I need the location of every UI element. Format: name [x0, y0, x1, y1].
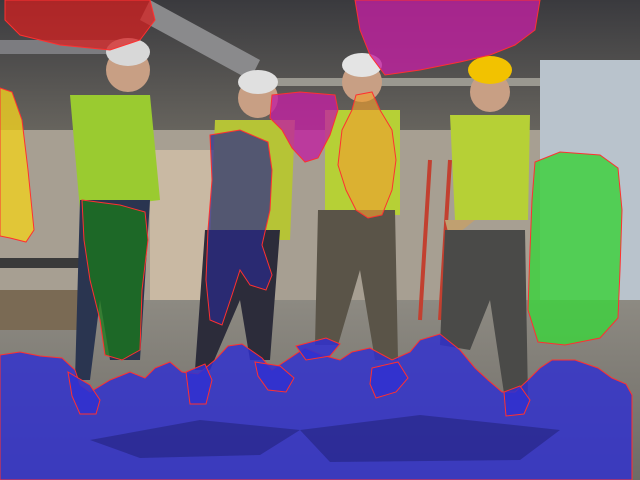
photo-scene: [0, 0, 640, 480]
scene-svg: [0, 0, 640, 480]
mask-green-right: [527, 151, 623, 346]
cart-shelf: [0, 290, 90, 330]
cart: [0, 258, 88, 268]
